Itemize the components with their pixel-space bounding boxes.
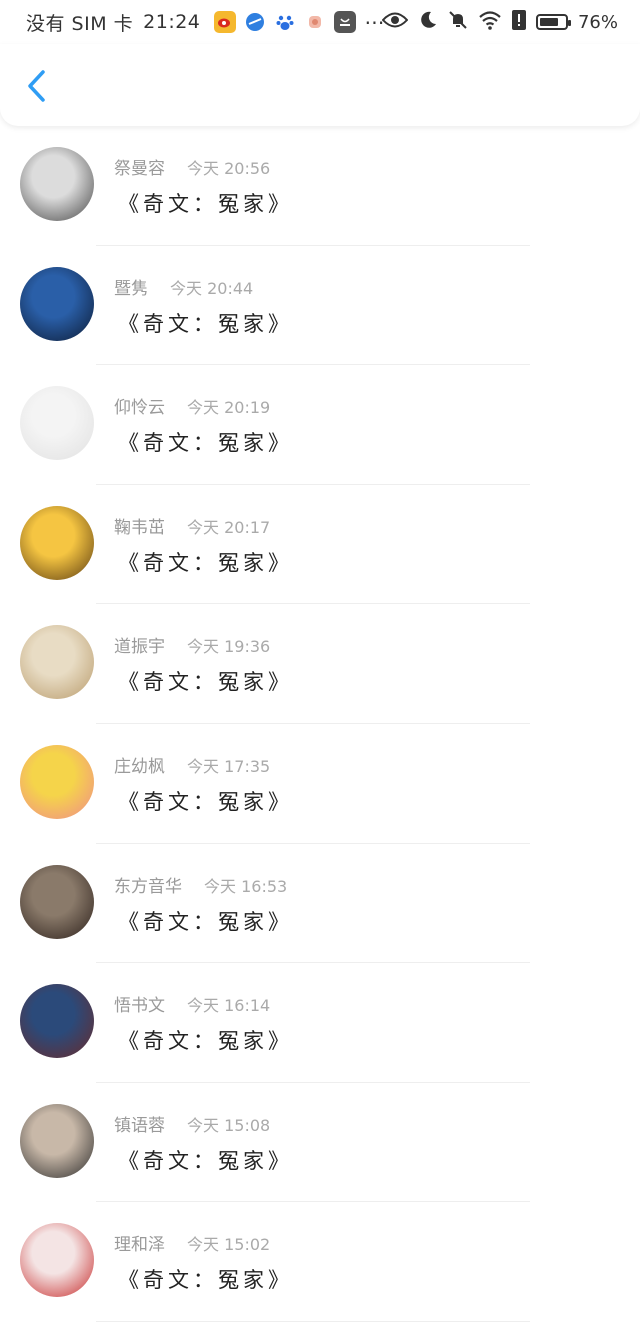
timestamp: 今天 20:56: [187, 159, 271, 178]
carrier-label: 没有 SIM 卡: [26, 12, 134, 35]
huawei-store-icon: [334, 11, 357, 33]
message-text[interactable]: 《奇文：冤家》: [118, 547, 293, 577]
avatar[interactable]: [20, 266, 94, 341]
message-text[interactable]: 《奇文：冤家》: [118, 188, 293, 218]
timestamp: 今天 19:36: [187, 637, 271, 657]
avatar[interactable]: [20, 1223, 94, 1298]
name-line: 悟书文 今天 16:14: [114, 991, 270, 1016]
message-text[interactable]: 《奇文：冤家》: [118, 906, 293, 936]
name-line: 镇语蓉 今天 15:08: [114, 1111, 270, 1136]
list-item[interactable]: 东方音华 今天 16:53 《奇文：冤家》: [0, 844, 640, 964]
list-item[interactable]: 庄幼枫 今天 17:35 《奇文：冤家》: [0, 724, 640, 844]
message-list: 祭曼容 今天 20:56 《奇文：冤家》 暨隽 今天 20:44 《奇文：冤家》 仰怜云 今天…: [0, 126, 640, 1322]
timestamp: 今天 20:17: [187, 517, 271, 537]
message-text[interactable]: 《奇文：冤家》: [118, 1025, 293, 1055]
user-name[interactable]: 祭曼容: [114, 154, 165, 179]
user-name[interactable]: 鞠韦茁: [114, 513, 165, 538]
timestamp: 今天 15:02: [187, 1235, 271, 1255]
name-line: 暨隽 今天 20:44: [114, 274, 253, 299]
battery-icon: [535, 14, 571, 30]
avatar[interactable]: [20, 1103, 94, 1178]
wifi-icon: [478, 10, 502, 35]
name-line: 庄幼枫 今天 17:35: [114, 752, 270, 777]
battery-percent: 76%: [577, 11, 618, 33]
weibo-icon: [214, 11, 237, 33]
user-name[interactable]: 道振宇: [114, 632, 165, 657]
list-item[interactable]: 鞠韦茁 今天 20:17 《奇文：冤家》: [0, 485, 640, 605]
list-item[interactable]: 道振宇 今天 19:36 《奇文：冤家》: [0, 604, 640, 724]
avatar[interactable]: [20, 147, 94, 221]
timestamp: 今天 15:08: [187, 1115, 271, 1135]
back-button[interactable]: [18, 66, 54, 106]
clock: 21:24: [143, 11, 201, 33]
user-name[interactable]: 理和泽: [114, 1230, 165, 1255]
timestamp: 今天 20:44: [170, 278, 254, 298]
notification-app-icons: ⋯: [214, 11, 385, 33]
name-line: 祭曼容 今天 20:56: [114, 154, 270, 179]
status-left: 没有 SIM 卡 21:24 ⋯: [26, 8, 385, 36]
browser-icon: [244, 11, 266, 33]
nav-bar: [0, 44, 640, 126]
mute-bell-icon: [448, 10, 468, 35]
user-name[interactable]: 仰怜云: [114, 393, 165, 418]
timestamp: 今天 20:19: [187, 398, 271, 418]
timestamp: 今天 17:35: [187, 756, 271, 776]
avatar[interactable]: [20, 984, 94, 1059]
timestamp: 今天 16:14: [187, 996, 271, 1016]
baidu-icon: [274, 11, 296, 33]
list-item[interactable]: 暨隽 今天 20:44 《奇文：冤家》: [0, 246, 640, 366]
eye-icon: [381, 11, 409, 34]
avatar[interactable]: [20, 505, 94, 580]
message-text[interactable]: 《奇文：冤家》: [118, 666, 293, 696]
list-item[interactable]: 仰怜云 今天 20:19 《奇文：冤家》: [0, 365, 640, 485]
chevron-left-icon: [28, 70, 45, 102]
name-line: 仰怜云 今天 20:19: [114, 393, 270, 418]
message-text[interactable]: 《奇文：冤家》: [118, 786, 293, 816]
name-line: 东方音华 今天 16:53: [114, 872, 287, 897]
user-name[interactable]: 东方音华: [114, 872, 182, 897]
status-right: 76%: [381, 8, 618, 36]
avatar[interactable]: [20, 744, 94, 819]
message-text[interactable]: 《奇文：冤家》: [118, 308, 293, 338]
name-line: 道振宇 今天 19:36: [114, 632, 270, 657]
alert-icon: [511, 9, 526, 35]
app-icon: [304, 11, 326, 33]
list-item[interactable]: 镇语蓉 今天 15:08 《奇文：冤家》: [0, 1083, 640, 1203]
avatar[interactable]: [20, 864, 94, 939]
message-text[interactable]: 《奇文：冤家》: [118, 427, 293, 457]
name-line: 理和泽 今天 15:02: [114, 1230, 270, 1255]
avatar[interactable]: [20, 625, 94, 700]
user-name[interactable]: 镇语蓉: [114, 1111, 165, 1136]
user-name[interactable]: 悟书文: [114, 991, 165, 1016]
battery-fill: [539, 18, 558, 26]
list-item[interactable]: 悟书文 今天 16:14 《奇文：冤家》: [0, 963, 640, 1083]
user-name[interactable]: 庄幼枫: [114, 752, 165, 777]
user-name[interactable]: 暨隽: [114, 274, 148, 299]
status-bar: 没有 SIM 卡 21:24 ⋯ 76%: [0, 0, 640, 44]
avatar[interactable]: [20, 386, 94, 461]
list-item[interactable]: 祭曼容 今天 20:56 《奇文：冤家》: [0, 126, 640, 246]
moon-icon: [418, 10, 438, 35]
message-text[interactable]: 《奇文：冤家》: [118, 1145, 293, 1175]
list-item[interactable]: 理和泽 今天 15:02 《奇文：冤家》: [0, 1202, 640, 1322]
message-text[interactable]: 《奇文：冤家》: [118, 1264, 293, 1294]
name-line: 鞠韦茁 今天 20:17: [114, 513, 270, 538]
timestamp: 今天 16:53: [204, 876, 288, 896]
